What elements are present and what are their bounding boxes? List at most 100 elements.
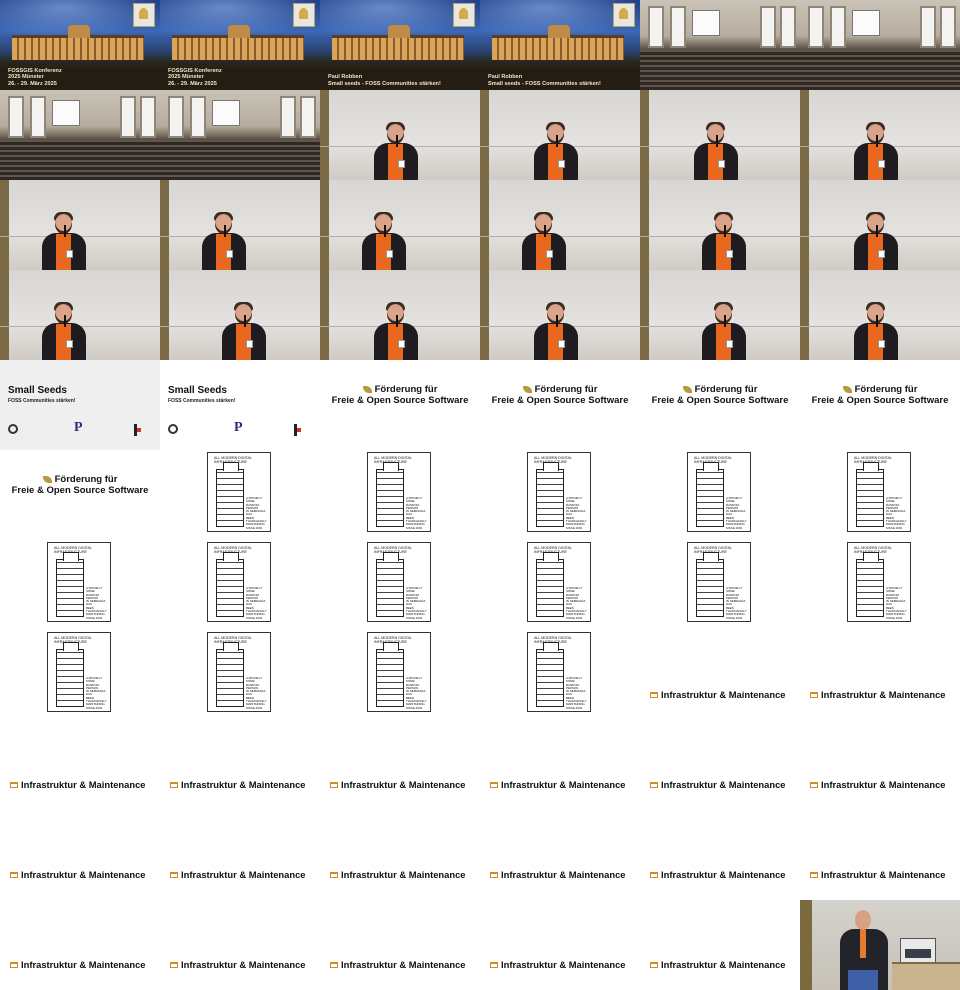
- thumbnail-speaker[interactable]: [320, 270, 480, 360]
- thumbnail-infra[interactable]: Infrastruktur & Maintenance: [640, 900, 800, 990]
- thumbnail-infra[interactable]: Infrastruktur & Maintenance: [160, 810, 320, 900]
- thumbnail-speaker2[interactable]: [800, 900, 960, 990]
- thumbnail-foerderung[interactable]: Förderung für Freie & Open Source Softwar…: [480, 360, 640, 450]
- thumbnail-hall[interactable]: [640, 0, 800, 90]
- thumbnail-speaker[interactable]: [480, 90, 640, 180]
- infra-text: Infrastruktur & Maintenance: [661, 869, 786, 880]
- speaker-badge: [246, 340, 253, 348]
- heading-text-1: Förderung für: [54, 474, 118, 485]
- thumbnail-xkcd[interactable]: ALL MODERN DIGITALINFRASTRUCTUREA PROJEC…: [320, 450, 480, 540]
- thumbnail-title[interactable]: Paul Robben Small seeds - FOSS Communitie…: [480, 0, 640, 90]
- thumbnail-infra[interactable]: Infrastruktur & Maintenance: [800, 630, 960, 720]
- speaker-part-bot: [848, 970, 878, 990]
- thumbnail-infra[interactable]: Infrastruktur & Maintenance: [320, 810, 480, 900]
- speaker-person: [200, 212, 248, 270]
- thumbnail-infra[interactable]: Infrastruktur & Maintenance: [800, 810, 960, 900]
- thumbnail-speaker[interactable]: [800, 270, 960, 360]
- wooden-pillar: [0, 180, 9, 270]
- thumbnail-speaker[interactable]: [480, 270, 640, 360]
- infra-text: Infrastruktur & Maintenance: [21, 869, 146, 880]
- speaker-person: [838, 910, 890, 990]
- thumbnail-foerderung[interactable]: Förderung für Freie & Open Source Softwar…: [320, 360, 480, 450]
- thumbnail-speaker[interactable]: [320, 90, 480, 180]
- wooden-pillar: [480, 270, 489, 360]
- leaf-icon: [842, 386, 852, 393]
- thumbnail-foerderung[interactable]: Förderung für Freie & Open Source Softwar…: [800, 360, 960, 450]
- speaker-person: [40, 212, 88, 270]
- thumbnail-xkcd[interactable]: ALL MODERN DIGITALINFRASTRUCTUREA PROJEC…: [0, 540, 160, 630]
- thumbnail-xkcd[interactable]: ALL MODERN DIGITALINFRASTRUCTUREA PROJEC…: [0, 630, 160, 720]
- wooden-pillar: [640, 270, 649, 360]
- thumbnail-foerderung[interactable]: Förderung für Freie & Open Source Softwar…: [0, 450, 160, 540]
- thumbnail-hall[interactable]: [0, 90, 160, 180]
- projection-screen: [692, 10, 720, 36]
- thumbnail-infra[interactable]: Infrastruktur & Maintenance: [480, 720, 640, 810]
- thumbnail-title[interactable]: Paul Robben Small seeds - FOSS Communitie…: [320, 0, 480, 90]
- hall-window: [140, 96, 156, 138]
- thumbnail-infra[interactable]: Infrastruktur & Maintenance: [0, 720, 160, 810]
- thumbnail-xkcd[interactable]: ALL MODERN DIGITALINFRASTRUCTUREA PROJEC…: [800, 540, 960, 630]
- speaker-badge: [718, 160, 725, 168]
- speaker-mic: [244, 315, 246, 327]
- block-tower: [696, 462, 724, 527]
- thumbnail-foerderung[interactable]: Förderung für Freie & Open Source Softwar…: [640, 360, 800, 450]
- thumbnail-infra[interactable]: Infrastruktur & Maintenance: [0, 900, 160, 990]
- thumbnail-speaker[interactable]: [480, 180, 640, 270]
- thumbnail-speaker[interactable]: [160, 180, 320, 270]
- thumbnail-speaker[interactable]: [0, 180, 160, 270]
- thumbnail-xkcd[interactable]: ALL MODERN DIGITALINFRASTRUCTUREA PROJEC…: [640, 540, 800, 630]
- thumbnail-speaker[interactable]: [160, 270, 320, 360]
- dependency-comic: ALL MODERN DIGITALINFRASTRUCTUREA PROJEC…: [847, 542, 911, 622]
- wooden-pillar: [320, 180, 329, 270]
- thumbnail-title[interactable]: FOSSGIS Konferenz 2025 Münster 26. - 29. M…: [0, 0, 160, 90]
- construction-icon: [170, 962, 178, 968]
- thumbnail-xkcd[interactable]: ALL MODERN DIGITALINFRASTRUCTUREA PROJEC…: [480, 540, 640, 630]
- thumbnail-speaker[interactable]: [640, 270, 800, 360]
- thumbnail-speaker[interactable]: [800, 90, 960, 180]
- thumbnail-infra[interactable]: Infrastruktur & Maintenance: [640, 810, 800, 900]
- block-tower: [376, 552, 404, 617]
- thumbnail-xkcd[interactable]: ALL MODERN DIGITALINFRASTRUCTUREA PROJEC…: [640, 450, 800, 540]
- thumbnail-speaker[interactable]: [0, 270, 160, 360]
- thumbnail-infra[interactable]: Infrastruktur & Maintenance: [160, 900, 320, 990]
- thumbnail-infra[interactable]: Infrastruktur & Maintenance: [640, 720, 800, 810]
- thumbnail-xkcd[interactable]: ALL MODERN DIGITALINFRASTRUCTUREA PROJEC…: [800, 450, 960, 540]
- thumbnail-infra[interactable]: Infrastruktur & Maintenance: [0, 810, 160, 900]
- comic-note: A PROJECT SOME RANDOM PERSON IN NEBRASKA H…: [246, 586, 270, 620]
- thumbnail-infra[interactable]: Infrastruktur & Maintenance: [800, 720, 960, 810]
- thumbnail-xkcd[interactable]: ALL MODERN DIGITALINFRASTRUCTUREA PROJEC…: [480, 450, 640, 540]
- palace-building: [12, 25, 144, 60]
- thumbnail-infra[interactable]: Infrastruktur & Maintenance: [160, 720, 320, 810]
- thumbnail-infra[interactable]: Infrastruktur & Maintenance: [320, 900, 480, 990]
- comic-note-line: SINCE 2003: [86, 705, 103, 710]
- infra-heading: Infrastruktur & Maintenance: [10, 869, 146, 880]
- thumbnail-hall[interactable]: [800, 0, 960, 90]
- heading-text-1: Förderung für: [374, 384, 438, 395]
- thumbnail-hall[interactable]: [160, 90, 320, 180]
- thumbnail-small_seeds[interactable]: Small Seeds FOSS Communities stärken! P: [0, 360, 160, 450]
- infra-heading: Infrastruktur & Maintenance: [10, 959, 146, 970]
- thumbnail-small_seeds[interactable]: Small Seeds FOSS Communities stärken! P: [160, 360, 320, 450]
- thumbnail-infra[interactable]: Infrastruktur & Maintenance: [480, 900, 640, 990]
- thumbnail-speaker[interactable]: [320, 180, 480, 270]
- thumbnail-xkcd[interactable]: ALL MODERN DIGITALINFRASTRUCTUREA PROJEC…: [480, 630, 640, 720]
- thumbnail-infra[interactable]: Infrastruktur & Maintenance: [640, 630, 800, 720]
- comic-note: A PROJECT SOME RANDOM PERSON IN NEBRASKA H…: [246, 496, 270, 530]
- thumbnail-speaker[interactable]: [640, 180, 800, 270]
- thumbnail-xkcd[interactable]: ALL MODERN DIGITALINFRASTRUCTUREA PROJEC…: [160, 630, 320, 720]
- heading-line-1: Förderung für: [480, 384, 640, 395]
- thumbnail-xkcd[interactable]: ALL MODERN DIGITALINFRASTRUCTUREA PROJEC…: [320, 540, 480, 630]
- wooden-pillar: [480, 90, 489, 180]
- comic-note: A PROJECT SOME RANDOM PERSON IN NEBRASKA H…: [86, 676, 110, 710]
- thumbnail-xkcd[interactable]: ALL MODERN DIGITALINFRASTRUCTUREA PROJEC…: [160, 540, 320, 630]
- thumbnail-title[interactable]: FOSSGIS Konferenz 2025 Münster 26. - 29. M…: [160, 0, 320, 90]
- thumbnail-infra[interactable]: Infrastruktur & Maintenance: [480, 810, 640, 900]
- thumbnail-speaker[interactable]: [640, 90, 800, 180]
- hall-window: [168, 96, 184, 138]
- thumbnail-infra[interactable]: Infrastruktur & Maintenance: [320, 720, 480, 810]
- infra-heading: Infrastruktur & Maintenance: [490, 869, 626, 880]
- thumbnail-xkcd[interactable]: ALL MODERN DIGITALINFRASTRUCTUREA PROJEC…: [320, 630, 480, 720]
- thumbnail-speaker[interactable]: [800, 180, 960, 270]
- slide-title: Small Seeds: [8, 385, 67, 396]
- thumbnail-xkcd[interactable]: ALL MODERN DIGITALINFRASTRUCTUREA PROJEC…: [160, 450, 320, 540]
